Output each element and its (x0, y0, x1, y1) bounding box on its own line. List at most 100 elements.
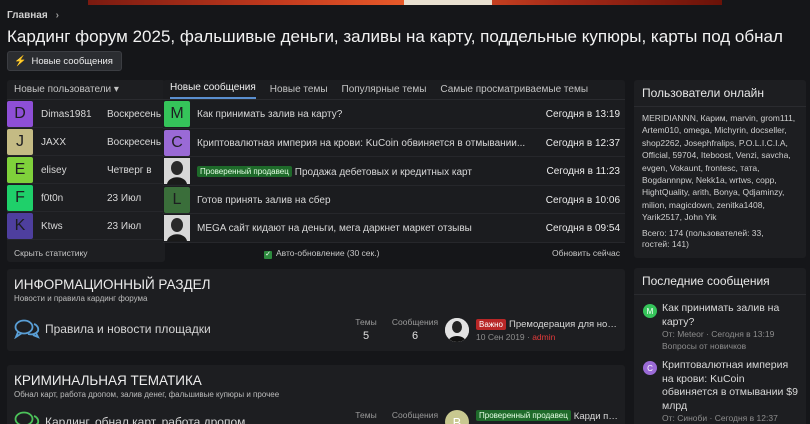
online-users-list[interactable]: MERIDIANNN, Карим, marvin, grom111, Arte… (634, 107, 806, 224)
message-row[interactable]: M Как принимать залив на карту? Сегодня в … (163, 100, 625, 129)
checkbox-icon[interactable]: ✓ (264, 251, 272, 259)
recent-posts-panel: Последние сообщения M Как принимать залив… (634, 268, 806, 424)
user-join-date: 23 Июл (107, 193, 142, 204)
recent-post-meta: От: Синоби · Сегодня в 12:37 (662, 413, 778, 423)
online-total: Всего: 174 (пользователей: 33, гостей: 1… (634, 224, 806, 250)
recent-post-avatar[interactable]: M (643, 304, 657, 318)
page-title: Кардинг форум 2025, фальшивые деньги, за… (7, 27, 783, 46)
new-user-row[interactable]: Eelisey Четверг в (7, 156, 165, 184)
forum-section-criminal: КРИМИНАЛЬНАЯ ТЕМАТИКА Обнал карт, работа… (7, 365, 625, 424)
new-user-row[interactable]: J JAXX Воскресень (7, 128, 165, 156)
thread-time[interactable]: Сегодня в 12:37 (546, 138, 620, 149)
user-avatar[interactable]: D (7, 100, 33, 127)
last-poster-avatar[interactable]: B (445, 410, 469, 424)
thread-title-text: Продажа дебетовых и кредитных карт (294, 167, 472, 179)
section-title[interactable]: КРИМИНАЛЬНАЯ ТЕМАТИКА (14, 373, 202, 388)
thread-title[interactable]: Криптовалютная империя на крови: KuCoin … (197, 138, 535, 149)
user-photo-icon (445, 318, 469, 342)
recent-post-forum[interactable]: Вопросы от новичков (662, 341, 800, 353)
user-avatar[interactable]: F (7, 184, 33, 211)
user-name[interactable]: Dimas1981 (41, 109, 92, 120)
forum-node-title[interactable]: Кардинг, обнал карт, работа дропом (45, 415, 245, 424)
user-join-date: 23 Июл (107, 221, 142, 232)
thread-time[interactable]: Сегодня в 13:19 (546, 109, 620, 120)
thread-title[interactable]: Проверенный продавец Продажа дебетовых и … (197, 166, 535, 178)
recent-post-item[interactable]: M Как принимать залив на карту? От: Meteor… (634, 302, 806, 352)
message-row[interactable]: MEGA сайт кидают на деньги, мега даркнет… (163, 214, 625, 243)
new-users-header[interactable]: Новые пользователи ▾ (7, 80, 165, 100)
refresh-now-link[interactable]: Обновить сейчас (552, 248, 620, 258)
online-users-title[interactable]: Пользователи онлайн (634, 80, 806, 107)
thread-title-text: Готов принять залив на сбер (197, 194, 331, 206)
last-poster-avatar[interactable] (445, 318, 469, 342)
section-title[interactable]: ИНФОРМАЦИОННЫЙ РАЗДЕЛ (14, 277, 211, 292)
new-posts-button[interactable]: ⚡ Новые сообщения (7, 51, 122, 71)
last-post-meta: 10 Сен 2019 · admin (476, 332, 555, 342)
breadcrumb: Главная › (7, 10, 59, 21)
user-name[interactable]: Ktws (41, 221, 63, 232)
auto-refresh-toggle[interactable]: ✓ Авто-обновление (30 сек.) (264, 248, 379, 259)
breadcrumb-home[interactable]: Главная (7, 10, 48, 21)
user-join-date: Воскресень (107, 137, 162, 148)
thread-author-avatar[interactable]: L (164, 186, 190, 213)
important-badge: Важно (476, 319, 507, 330)
breadcrumb-separator-icon: › (55, 10, 60, 21)
recent-post-item[interactable]: C Криптовалютная империя на крови: KuCoin… (634, 359, 806, 424)
latest-messages-panel: Новые сообщения Новые темы Популярные те… (163, 80, 625, 243)
top-banner[interactable] (88, 0, 722, 5)
thread-author-avatar[interactable]: C (164, 129, 190, 156)
chat-bubbles-icon (14, 411, 40, 424)
recent-post-title[interactable]: Как принимать залив на карту? (662, 302, 800, 329)
thread-title[interactable]: MEGA сайт кидают на деньги, мега даркнет… (197, 223, 535, 234)
thread-title-text: MEGA сайт кидают на деньги, мега даркнет… (197, 223, 472, 235)
tab-popular-threads[interactable]: Популярные темы (342, 84, 427, 99)
thread-title-text: Криптовалютная империя на крови: KuCoin … (197, 137, 526, 149)
posts-count: 6 (411, 330, 419, 342)
posts-label: Сообщения (391, 317, 439, 327)
verified-seller-badge: Проверенный продавец (197, 166, 292, 178)
user-avatar[interactable]: E (7, 156, 33, 183)
recent-post-title[interactable]: Криптовалютная империя на крови: KuCoin … (662, 359, 800, 413)
new-user-row[interactable]: K Ktws 23 Июл (7, 212, 165, 240)
user-name[interactable]: JAXX (41, 137, 66, 148)
thread-time[interactable]: Сегодня в 09:54 (546, 223, 620, 234)
verified-seller-badge: Проверенный продавец (476, 410, 571, 421)
message-row[interactable]: L Готов принять залив на сбер Сегодня в 10… (163, 186, 625, 215)
new-posts-button-label: Новые сообщения (31, 55, 113, 67)
thread-title[interactable]: Как принимать залив на карту? (197, 109, 535, 120)
auto-refresh-label: Авто-обновление (30 сек.) (276, 248, 380, 258)
user-photo-icon (164, 158, 190, 185)
new-user-row[interactable]: D Dimas1981 Воскресень (7, 100, 165, 128)
hide-stats-link[interactable]: Скрыть статистику (14, 248, 88, 258)
user-avatar[interactable]: J (7, 128, 33, 155)
new-user-row[interactable]: Ff0t0n 23 Июл (7, 184, 165, 212)
thread-author-avatar[interactable] (164, 158, 190, 185)
forum-node-title[interactable]: Правила и новости площадки (45, 322, 211, 336)
user-name[interactable]: elisey (41, 165, 67, 176)
recent-post-meta: От: Meteor · Сегодня в 13:19 (662, 329, 775, 339)
recent-posts-title: Последние сообщения (634, 268, 806, 295)
recent-post-avatar[interactable]: C (643, 361, 657, 375)
last-post-date[interactable]: 10 Сен 2019 · (476, 332, 532, 342)
thread-title[interactable]: Готов принять залив на сбер (197, 195, 535, 206)
last-post-title[interactable]: Важно Премодерация для новы... (476, 319, 621, 330)
message-row[interactable]: C Криптовалютная империя на крови: KuCoin… (163, 129, 625, 158)
thread-author-avatar[interactable]: M (164, 101, 190, 127)
tab-new-messages[interactable]: Новые сообщения (170, 82, 256, 99)
user-avatar[interactable]: K (7, 212, 33, 239)
section-description: Новости и правила кардинг форума (14, 294, 148, 303)
thread-time[interactable]: Сегодня в 11:23 (547, 166, 620, 177)
tab-most-viewed[interactable]: Самые просматриваемые темы (440, 84, 588, 99)
last-post-user[interactable]: admin (532, 332, 555, 342)
thread-author-avatar[interactable] (164, 215, 190, 242)
last-post-title-text: Карди пр... (573, 411, 621, 422)
thread-time[interactable]: Сегодня в 10:06 (546, 195, 620, 206)
posts-label: Сообщения (391, 410, 439, 420)
tab-new-threads[interactable]: Новые темы (270, 84, 328, 99)
message-row[interactable]: Проверенный продавец Продажа дебетовых и … (163, 157, 625, 186)
online-users-panel: Пользователи онлайн MERIDIANNN, Карим, m… (634, 80, 806, 258)
messages-tabs: Новые сообщения Новые темы Популярные те… (163, 80, 625, 100)
online-total-line1: Всего: 174 (пользователей: 33, (642, 227, 764, 238)
last-post-title[interactable]: Проверенный продавец Карди пр... (476, 410, 621, 422)
user-name[interactable]: f0t0n (41, 193, 63, 204)
